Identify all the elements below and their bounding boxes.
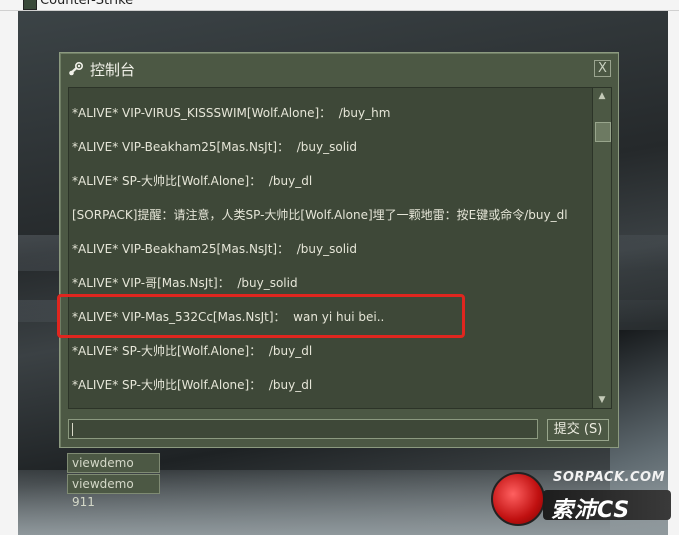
window-title: Counter-Strike [40,0,134,8]
console-title: 控制台 [90,60,136,79]
log-line: *ALIVE* VIP-VIRUS_KISSSWIM[Wolf.Alone]： … [72,106,391,120]
log-line: *ALIVE* VIP-哥[Mas.NsJt]： /buy_solid [72,276,298,290]
log-line: *ALIVE* SP-大帅比[Wolf.Alone]： /buy_dl [72,174,313,188]
red-highlight-box [57,294,465,338]
log-line: *ALIVE* VIP-Beakham25[Mas.NsJt]： /buy_so… [72,140,357,154]
steam-icon [69,61,84,76]
sorpack-watermark-logo: SORPACK.COM 索沛CS [487,466,677,526]
close-button[interactable]: X [594,60,611,77]
app-icon [23,0,37,10]
text-caret [72,423,73,436]
log-line: *ALIVE* SP-大帅比[Wolf.Alone]： /buy_dl [72,344,313,358]
logo-emblem [491,472,545,526]
console-log[interactable]: *ALIVE* VIP-VIRUS_KISSSWIM[Wolf.Alone]： … [68,87,594,409]
scroll-down-arrow-icon[interactable]: ▼ [593,392,611,408]
log-line: *ALIVE* SP-大帅比[Wolf.Alone]： /buy_dl [72,378,313,392]
logo-main-text: 索沛CS [551,498,631,523]
log-scrollbar[interactable]: ▲ ▼ [592,87,612,409]
scroll-up-arrow-icon[interactable]: ▲ [593,88,611,104]
scroll-thumb[interactable] [595,122,611,142]
console-titlebar[interactable]: 控制台 [68,59,135,79]
viewdemo-906-button[interactable]: viewdemo 906 [67,453,160,488]
log-line: *ALIVE* VIP-Beakham25[Mas.NsJt]： /buy_so… [72,242,357,256]
submit-button[interactable]: 提交 (S) [547,419,609,441]
command-input[interactable] [68,419,538,439]
window-right-edge [668,0,679,535]
console-panel: 控制台 X *ALIVE* VIP-VIRUS_KISSSWIM[Wolf.Al… [59,52,619,448]
logo-top-text: SORPACK.COM [553,470,666,485]
window-titlebar[interactable]: Counter-Strike [0,0,679,11]
viewdemo-911-button[interactable]: viewdemo 911 [67,474,160,509]
log-line: [SORPACK]提醒：请注意，人类SP-大帅比[Wolf.Alone]埋了一颗… [72,208,568,222]
window-left-edge [0,0,18,535]
